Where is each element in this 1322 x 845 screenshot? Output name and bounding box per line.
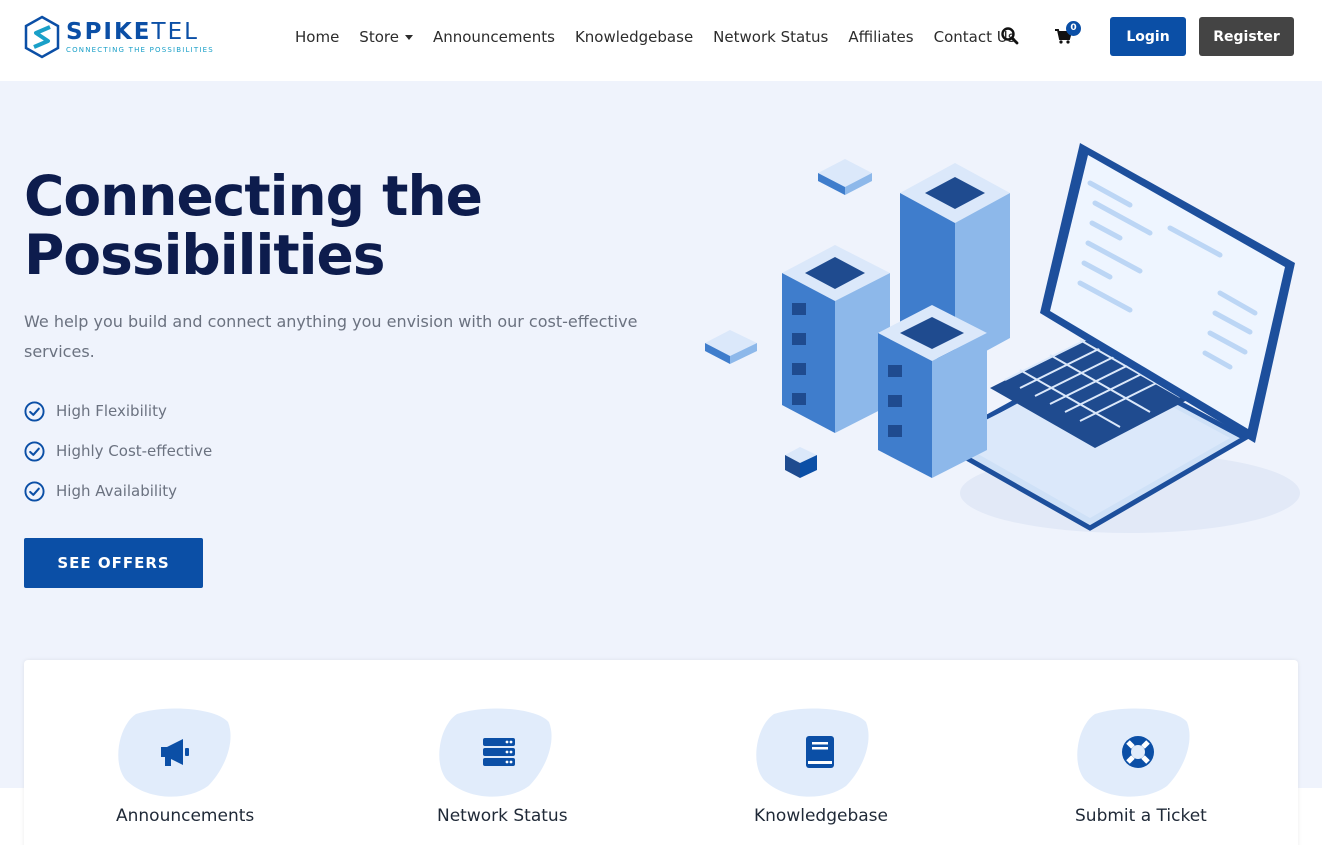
lifebuoy-icon — [1122, 736, 1154, 768]
feature-item: Highly Cost-effective — [24, 431, 212, 471]
feature-label: High Availability — [56, 482, 178, 500]
search-button[interactable] — [1000, 26, 1020, 46]
logo-name-light: TEL — [151, 19, 199, 45]
see-offers-button[interactable]: SEE OFFERS — [24, 538, 203, 588]
card-label: Network Status — [437, 806, 568, 826]
feature-item: High Availability — [24, 471, 212, 511]
nav-affiliates-label: Affiliates — [848, 28, 914, 46]
nav-home[interactable]: Home — [285, 26, 349, 48]
caret-down-icon — [404, 35, 413, 40]
book-icon — [806, 736, 834, 768]
feature-item: High Flexibility — [24, 391, 212, 431]
check-circle-icon — [24, 400, 45, 422]
hero-title: Connecting the Possibilities — [24, 164, 483, 287]
cart-count-badge: 0 — [1066, 21, 1081, 36]
hero-subtitle: We help you build and connect anything y… — [24, 312, 638, 361]
logo-mark-icon — [24, 15, 60, 59]
check-circle-icon — [24, 480, 45, 502]
server-icon — [483, 738, 515, 766]
servers-laptop-illustration — [705, 143, 1300, 533]
feature-label: Highly Cost-effective — [56, 442, 213, 460]
card-label: Submit a Ticket — [1075, 806, 1207, 826]
feature-label: High Flexibility — [56, 402, 167, 420]
nav-affiliates[interactable]: Affiliates — [838, 26, 923, 48]
feature-list: High Flexibility Highly Cost-effective H… — [24, 391, 212, 511]
card-label: Knowledgebase — [754, 806, 888, 826]
quick-links-panel: Announcements Network Status Knowledgeba… — [24, 660, 1298, 845]
nav-announcements[interactable]: Announcements — [423, 26, 565, 48]
nav-network-status-label: Network Status — [713, 28, 829, 46]
nav-knowledgebase-label: Knowledgebase — [574, 28, 694, 46]
search-icon — [1001, 27, 1019, 45]
main-nav: Home Store Announcements Knowledgebase N… — [285, 26, 1026, 48]
nav-home-label: Home — [295, 28, 340, 46]
login-button[interactable]: Login — [1110, 17, 1186, 56]
logo[interactable]: SPIKETEL CONNECTING THE POSSIBILITIES — [24, 15, 224, 59]
site-header: SPIKETEL CONNECTING THE POSSIBILITIES Ho… — [0, 0, 1322, 81]
nav-network-status[interactable]: Network Status — [703, 26, 838, 48]
nav-store-label: Store — [359, 28, 399, 46]
nav-announcements-label: Announcements — [432, 28, 555, 46]
logo-tagline: CONNECTING THE POSSIBILITIES — [66, 46, 214, 54]
logo-name-bold: SPIKE — [66, 19, 152, 45]
nav-knowledgebase[interactable]: Knowledgebase — [565, 26, 703, 48]
megaphone-icon — [161, 739, 189, 766]
nav-store[interactable]: Store — [349, 26, 423, 48]
register-button[interactable]: Register — [1199, 17, 1294, 56]
check-circle-icon — [24, 440, 45, 462]
card-label: Announcements — [116, 806, 255, 826]
